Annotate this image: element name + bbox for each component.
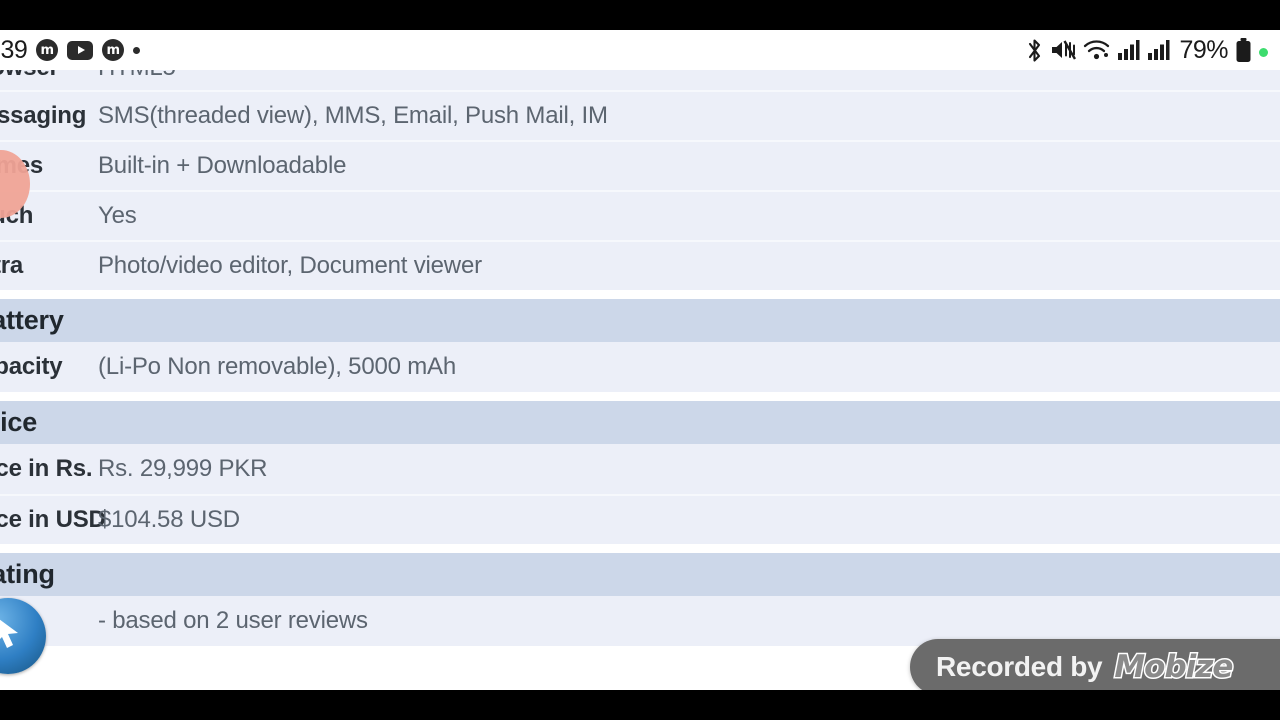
row-label: Price in USD [0, 506, 106, 533]
table-row[interactable]: Extra Photo/video editor, Document viewe… [0, 240, 1280, 290]
mobizen-watermark: Recorded by Mobize [910, 639, 1280, 695]
device-viewport: :39 m m [0, 30, 1280, 690]
table-row[interactable]: Games Built-in + Downloadable [0, 140, 1280, 190]
wifi-icon [1084, 40, 1110, 60]
bluetooth-icon [1029, 38, 1041, 62]
mobizen-app-icon: m [36, 39, 59, 61]
section-header-label: Battery [0, 305, 64, 335]
mobizen-app-icon-2: m [102, 39, 125, 61]
row-value: $104.58 USD [98, 506, 240, 533]
table-row[interactable]: Touch Yes [0, 190, 1280, 240]
row-value: Built-in + Downloadable [98, 152, 347, 179]
table-row[interactable]: Messaging SMS(threaded view), MMS, Email… [0, 90, 1280, 140]
battery-section: Battery Capacity (Li-Po Non removable), … [0, 299, 1280, 392]
row-value: SMS(threaded view), MMS, Email, Push Mai… [98, 102, 608, 129]
row-value: Yes [98, 202, 137, 229]
section-header-label: Rating [0, 559, 55, 589]
row-value: (Li-Po Non removable), 5000 mAh [98, 353, 456, 380]
screen-recording-frame: :39 m m [0, 0, 1280, 720]
row-label: Browser [0, 70, 98, 82]
row-label: Messaging [0, 102, 87, 129]
row-value: - based on 2 user reviews [98, 607, 368, 634]
row-value: HTML5 [98, 70, 176, 82]
row-label: Capacity [0, 353, 63, 380]
row-value: Photo/video editor, Document viewer [98, 252, 482, 279]
section-header-price: Price [0, 401, 1280, 444]
signal-sim1-icon [1118, 40, 1140, 60]
status-bar-clock: :39 [0, 35, 28, 64]
row-label: Extra [0, 252, 24, 279]
status-bar-right: 79% [1026, 35, 1268, 64]
status-bar-left: :39 m m [0, 35, 141, 64]
notification-dot-icon [133, 46, 141, 54]
section-header-rating: Rating [0, 553, 1280, 596]
table-row[interactable]: Price in Rs. Rs. 29,999 PKR [0, 444, 1280, 494]
volume-mute-icon [1052, 40, 1077, 60]
table-row[interactable]: Capacity (Li-Po Non removable), 5000 mAh [0, 342, 1280, 392]
price-section: Price Price in Rs. Rs. 29,999 PKR Price … [0, 401, 1280, 544]
signal-sim2-icon [1148, 40, 1170, 60]
status-bar: :39 m m [0, 30, 1280, 70]
letterbox-top [0, 0, 1280, 30]
features-section-partial: Browser HTML5 Messaging SMS(threaded vie… [0, 70, 1280, 290]
section-header-label: Price [0, 407, 38, 437]
arrow-glyph [0, 619, 18, 648]
battery-percent-label: 79% [1179, 35, 1228, 64]
watermark-text: Recorded by [936, 651, 1103, 682]
table-row[interactable]: Browser HTML5 [0, 70, 1280, 90]
row-value: Rs. 29,999 PKR [98, 455, 268, 482]
section-header-battery: Battery [0, 299, 1280, 342]
recording-indicator-icon [1259, 47, 1268, 57]
spec-table[interactable]: Browser HTML5 Messaging SMS(threaded vie… [0, 70, 1280, 690]
rating-section: Rating - based on 2 user reviews [0, 553, 1280, 646]
battery-icon [1236, 37, 1251, 62]
letterbox-bottom [0, 690, 1280, 720]
row-label: Price in Rs. [0, 455, 93, 482]
mobizen-logo: Mobize [1113, 648, 1235, 687]
table-row[interactable]: Price in USD $104.58 USD [0, 494, 1280, 544]
youtube-icon [67, 40, 94, 60]
